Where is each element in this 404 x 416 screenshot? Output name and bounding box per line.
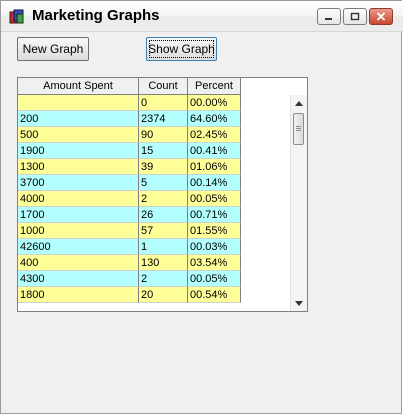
column-header-percent[interactable]: Percent — [188, 78, 241, 95]
cell-count[interactable]: 15 — [139, 143, 188, 159]
cell-amount-spent[interactable]: 400 — [18, 255, 139, 271]
cell-percent[interactable]: 00.71% — [188, 207, 241, 223]
cell-amount-spent[interactable] — [18, 95, 139, 111]
cell-count[interactable]: 39 — [139, 159, 188, 175]
cell-percent[interactable]: 03.54% — [188, 255, 241, 271]
cell-amount-spent[interactable]: 4300 — [18, 271, 139, 287]
close-button[interactable] — [369, 8, 393, 25]
cell-count[interactable]: 2374 — [139, 111, 188, 127]
window-title: Marketing Graphs — [32, 7, 160, 24]
cell-percent[interactable]: 00.05% — [188, 191, 241, 207]
arrow-up-icon — [295, 100, 303, 106]
cell-percent[interactable]: 00.41% — [188, 143, 241, 159]
cell-percent[interactable]: 00.54% — [188, 287, 241, 303]
table-row[interactable]: 500 90 02.45% — [18, 127, 241, 143]
table-row[interactable]: 3700 5 00.14% — [18, 175, 241, 191]
minimize-icon — [325, 17, 332, 20]
cell-amount-spent[interactable]: 42600 — [18, 239, 139, 255]
cell-amount-spent[interactable]: 1800 — [18, 287, 139, 303]
cell-count[interactable]: 130 — [139, 255, 188, 271]
cell-percent[interactable]: 00.00% — [188, 95, 241, 111]
grid-rows: 0 00.00% 200 2374 64.60% 500 90 02.45% 1900 15 00.… — [18, 95, 241, 303]
cell-count[interactable]: 5 — [139, 175, 188, 191]
cell-count[interactable]: 26 — [139, 207, 188, 223]
grid-header: Amount Spent Count Percent — [18, 78, 241, 95]
new-graph-button[interactable]: New Graph — [17, 37, 89, 61]
table-row[interactable]: 200 2374 64.60% — [18, 111, 241, 127]
cell-percent[interactable]: 00.03% — [188, 239, 241, 255]
app-icon — [9, 8, 26, 25]
cell-amount-spent[interactable]: 4000 — [18, 191, 139, 207]
cell-count[interactable]: 1 — [139, 239, 188, 255]
cell-percent[interactable]: 01.06% — [188, 159, 241, 175]
data-grid[interactable]: Amount Spent Count Percent 0 00.00% 200 237… — [17, 77, 308, 312]
cell-percent[interactable]: 00.14% — [188, 175, 241, 191]
table-row[interactable]: 1900 15 00.41% — [18, 143, 241, 159]
table-row[interactable]: 4300 2 00.05% — [18, 271, 241, 287]
cell-count[interactable]: 2 — [139, 191, 188, 207]
cell-percent[interactable]: 64.60% — [188, 111, 241, 127]
close-icon — [376, 12, 386, 21]
vertical-scrollbar[interactable] — [290, 95, 307, 311]
table-row[interactable]: 1000 57 01.55% — [18, 223, 241, 239]
cell-count[interactable]: 0 — [139, 95, 188, 111]
cell-amount-spent[interactable]: 3700 — [18, 175, 139, 191]
scroll-thumb[interactable] — [293, 113, 304, 145]
scroll-down-button[interactable] — [291, 295, 307, 311]
table-row[interactable]: 4000 2 00.05% — [18, 191, 241, 207]
cell-percent[interactable]: 00.05% — [188, 271, 241, 287]
table-row[interactable]: 0 00.00% — [18, 95, 241, 111]
maximize-icon — [350, 12, 360, 21]
column-header-amount-spent[interactable]: Amount Spent — [18, 78, 139, 95]
cell-count[interactable]: 90 — [139, 127, 188, 143]
table-row[interactable]: 1300 39 01.06% — [18, 159, 241, 175]
cell-amount-spent[interactable]: 500 — [18, 127, 139, 143]
cell-percent[interactable]: 02.45% — [188, 127, 241, 143]
scroll-up-button[interactable] — [291, 95, 307, 111]
table-row[interactable]: 42600 1 00.03% — [18, 239, 241, 255]
cell-amount-spent[interactable]: 1300 — [18, 159, 139, 175]
main-window: Marketing Graphs New Graph Show Graph Am… — [0, 0, 403, 414]
table-row[interactable]: 400 130 03.54% — [18, 255, 241, 271]
title-bar[interactable]: Marketing Graphs — [1, 1, 403, 32]
cell-amount-spent[interactable]: 200 — [18, 111, 139, 127]
show-graph-button[interactable]: Show Graph — [146, 37, 217, 61]
window-controls — [317, 8, 393, 25]
table-row[interactable]: 1700 26 00.71% — [18, 207, 241, 223]
cell-count[interactable]: 2 — [139, 271, 188, 287]
maximize-button[interactable] — [343, 8, 367, 25]
cell-percent[interactable]: 01.55% — [188, 223, 241, 239]
cell-amount-spent[interactable]: 1000 — [18, 223, 139, 239]
cell-amount-spent[interactable]: 1900 — [18, 143, 139, 159]
minimize-button[interactable] — [317, 8, 341, 25]
column-header-count[interactable]: Count — [139, 78, 188, 95]
cell-count[interactable]: 57 — [139, 223, 188, 239]
cell-count[interactable]: 20 — [139, 287, 188, 303]
table-row[interactable]: 1800 20 00.54% — [18, 287, 241, 303]
cell-amount-spent[interactable]: 1700 — [18, 207, 139, 223]
arrow-down-icon — [295, 300, 303, 306]
